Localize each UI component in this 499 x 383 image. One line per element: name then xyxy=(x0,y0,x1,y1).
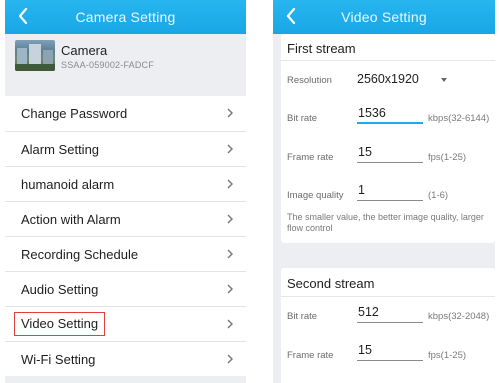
camera-thumbnail xyxy=(15,40,55,71)
quality-value: 1 xyxy=(358,183,365,197)
menu-item-alarm-setting[interactable]: Alarm Setting xyxy=(5,131,246,166)
menu-item-label: Audio Setting xyxy=(21,281,99,297)
chevron-left-icon xyxy=(286,8,296,24)
menu-item-label: Change Password xyxy=(21,106,128,121)
menu-item-label: humanoid alarm xyxy=(21,176,115,192)
bitrate-input[interactable]: 1536 xyxy=(357,104,423,126)
menu-item-label: Recording Schedule xyxy=(21,246,139,262)
screenshot-pair: Camera Setting Camera SSAA-059002-FADCF … xyxy=(0,0,499,383)
resolution-select[interactable]: 2560x1920 xyxy=(357,70,457,88)
camera-setting-screen: Camera Setting Camera SSAA-059002-FADCF … xyxy=(5,0,246,383)
bitrate-label: Bit rate xyxy=(287,311,318,322)
input-underline xyxy=(357,322,423,323)
resolution-value: 2560x1920 xyxy=(357,72,419,86)
input-underline xyxy=(357,200,423,201)
framerate-label: Frame rate xyxy=(287,350,334,361)
chevron-right-icon xyxy=(227,179,233,189)
menu-item-action-with-alarm[interactable]: Action with Alarm xyxy=(5,201,246,236)
quality-label: Image quality xyxy=(287,190,344,201)
caret-down-icon xyxy=(441,78,447,82)
menu-item-audio-setting[interactable]: Audio Setting xyxy=(5,271,246,306)
menu-item-recording-schedule[interactable]: Recording Schedule xyxy=(5,236,246,271)
section-title: Second stream xyxy=(287,276,375,291)
chevron-right-icon xyxy=(227,249,233,259)
page-title: Video Setting xyxy=(341,9,427,25)
input-underline xyxy=(357,360,423,361)
chevron-right-icon xyxy=(227,214,233,224)
divider xyxy=(281,60,495,61)
section-title: First stream xyxy=(287,41,356,56)
framerate-value: 15 xyxy=(358,343,372,357)
camera-name: Camera xyxy=(61,43,108,58)
first-stream-section: First stream Resolution 2560x1920 Bit ra… xyxy=(281,34,495,243)
chevron-right-icon xyxy=(227,108,233,118)
page-title: Camera Setting xyxy=(75,9,176,25)
camera-setting-header: Camera Setting xyxy=(5,0,246,34)
bitrate-unit: kbps(32-6144) xyxy=(428,113,490,124)
chevron-left-icon xyxy=(18,8,28,24)
camera-uid: SSAA-059002-FADCF xyxy=(61,60,154,70)
resolution-label: Resolution xyxy=(287,75,332,86)
video-setting-screen: Video Setting First stream Resolution 25… xyxy=(273,0,495,383)
framerate-value: 15 xyxy=(358,145,372,159)
menu-item-label: Video Setting xyxy=(13,312,106,336)
input-underline xyxy=(357,162,423,163)
menu-item-change-password[interactable]: Change Password xyxy=(5,96,246,131)
menu-item-video-setting[interactable]: Video Setting xyxy=(5,306,246,341)
menu-item-label: Wi-Fi Setting xyxy=(21,351,96,367)
chevron-right-icon xyxy=(227,354,233,364)
second-stream-section: Second stream Bit rate 512 kbps(32-2048)… xyxy=(281,268,495,383)
quality-unit: (1-6) xyxy=(428,190,449,201)
quality-input[interactable]: 1 xyxy=(357,181,423,203)
chevron-right-icon xyxy=(227,144,233,154)
framerate-unit: fps(1-25) xyxy=(428,350,467,361)
bitrate-value: 1536 xyxy=(358,106,386,120)
bitrate-input[interactable]: 512 xyxy=(357,303,423,325)
back-button[interactable] xyxy=(13,5,33,27)
divider xyxy=(281,296,495,297)
framerate-input[interactable]: 15 xyxy=(357,143,423,165)
menu-item-label: Action with Alarm xyxy=(21,211,121,227)
quality-note: The smaller value, the better image qual… xyxy=(287,212,484,233)
chevron-right-icon xyxy=(227,319,233,329)
bitrate-unit: kbps(32-2048) xyxy=(428,311,490,322)
video-setting-header: Video Setting xyxy=(273,0,495,34)
camera-info: Camera SSAA-059002-FADCF xyxy=(5,34,246,84)
bitrate-label: Bit rate xyxy=(287,113,318,124)
menu-item-label: Alarm Setting xyxy=(21,141,100,157)
menu-item-humanoid-alarm[interactable]: humanoid alarm xyxy=(5,166,246,201)
framerate-label: Frame rate xyxy=(287,152,334,163)
bitrate-value: 512 xyxy=(358,305,379,319)
input-underline xyxy=(357,122,423,124)
chevron-right-icon xyxy=(227,284,233,294)
back-button[interactable] xyxy=(281,5,301,27)
framerate-unit: fps(1-25) xyxy=(428,152,467,163)
framerate-input[interactable]: 15 xyxy=(357,341,423,363)
settings-menu: Change Password Alarm Setting humanoid a… xyxy=(5,96,246,376)
menu-item-wifi-setting[interactable]: Wi-Fi Setting xyxy=(5,341,246,376)
